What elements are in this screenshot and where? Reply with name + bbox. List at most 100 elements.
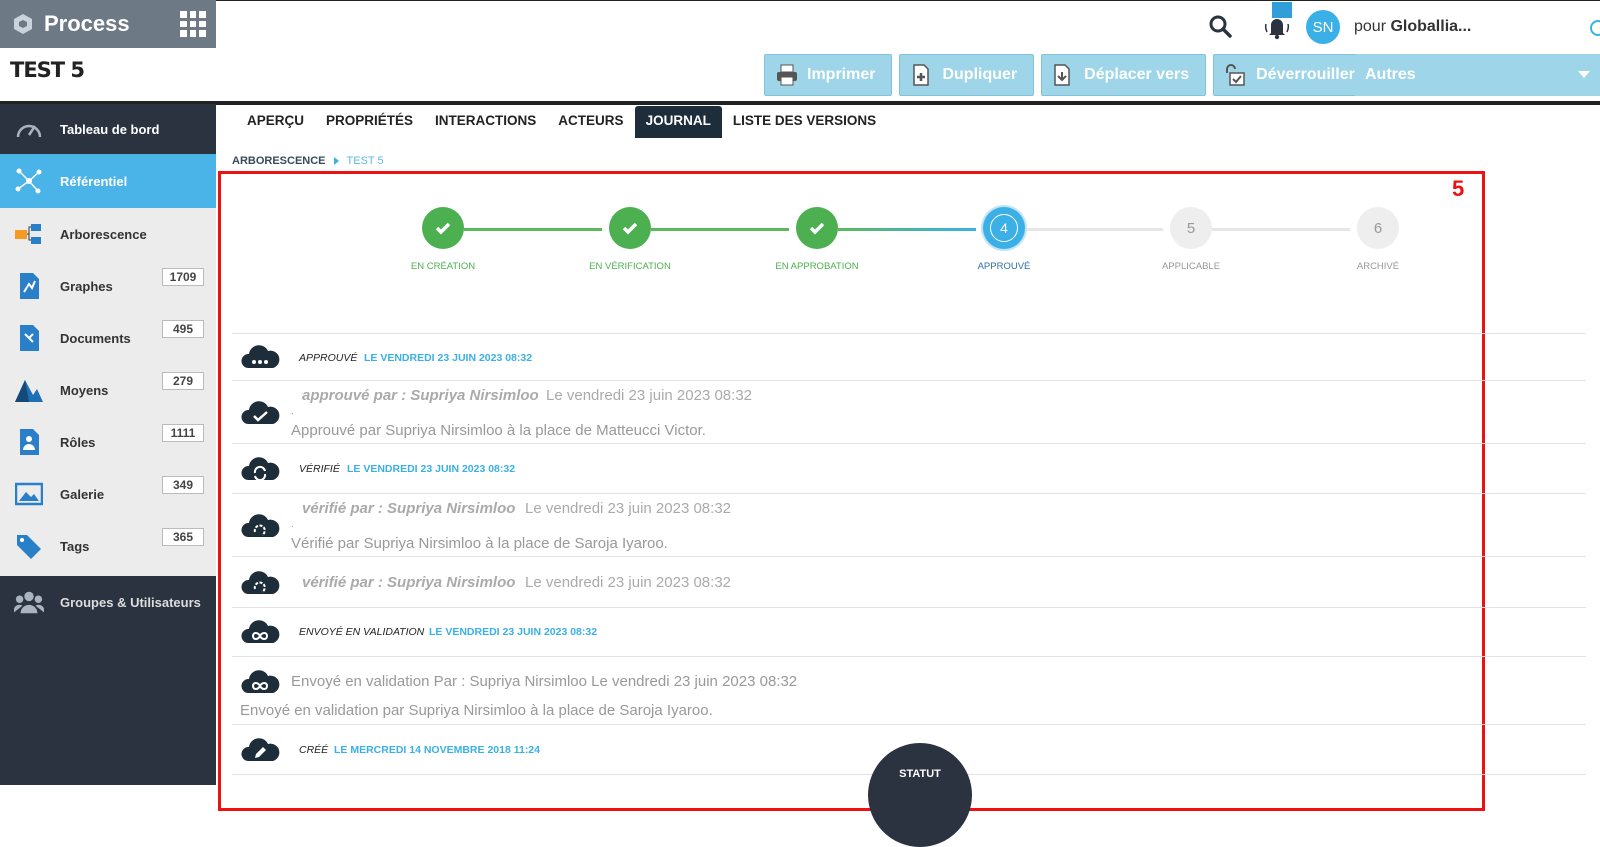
journal-entry-title: CRÉÉ	[299, 744, 329, 756]
unlock-button[interactable]: Déverrouiller	[1213, 54, 1372, 96]
journal-entry-date: LE MERCREDI 14 NOVEMBRE 2018 11:24	[334, 744, 540, 756]
sidebar-item-label: Graphes	[60, 278, 113, 294]
check-icon	[809, 222, 825, 235]
journal-event-date: Le vendredi 23 juin 2023 08:32	[525, 500, 732, 517]
sidebar-item-roles[interactable]: Rôles 1111	[0, 416, 216, 468]
journal-event-title: vérifié par : Supriya Nirsimloo	[302, 500, 516, 517]
graph-document-icon	[14, 271, 44, 301]
move-to-button[interactable]: Déplacer vers	[1041, 54, 1207, 96]
breadcrumb-root-link[interactable]: ARBORESCENCE	[232, 155, 326, 167]
count-badge: 1111	[162, 424, 204, 442]
journal-separator	[232, 724, 1586, 725]
step-en-approbation	[796, 207, 838, 249]
unlock-icon	[1226, 64, 1245, 86]
step-label: ARCHIVÉ	[1356, 261, 1400, 272]
tab-interactions[interactable]: INTERACTIONS	[424, 106, 547, 138]
journal-event-date: Le vendredi 23 juin 2023 08:32	[546, 387, 753, 404]
duplicate-button[interactable]: Dupliquer	[899, 54, 1035, 96]
journal-event-dot: .	[291, 519, 294, 530]
count-badge: 365	[162, 528, 204, 546]
tab-journal[interactable]: JOURNAL	[634, 106, 722, 138]
step-en-creation	[422, 207, 464, 249]
status-button[interactable]: STATUT	[868, 743, 972, 847]
sidebar-item-groups-users[interactable]: Groupes & Utilisateurs	[0, 576, 216, 628]
header-divider	[0, 101, 1600, 105]
user-avatar[interactable]: SN	[1306, 10, 1340, 44]
cloud-refresh-icon	[241, 571, 280, 594]
tab-liste-versions[interactable]: LISTE DES VERSIONS	[722, 106, 887, 138]
other-actions-dropdown[interactable]: Autres	[1355, 54, 1600, 96]
organization-selector[interactable]: pour Globallia...	[1354, 18, 1471, 36]
journal-separator	[232, 380, 1586, 381]
tab-proprietes[interactable]: PROPRIÉTÉS	[315, 106, 424, 138]
other-actions-label: Autres	[1365, 66, 1416, 83]
step-label: APPLICABLE	[1161, 261, 1221, 272]
step-connector	[464, 228, 602, 231]
journal-separator	[232, 333, 1586, 334]
journal-entry-title: ENVOYÉ EN VALIDATION	[299, 626, 425, 638]
journal-entry-date: LE VENDREDI 23 JUIN 2023 08:32	[364, 352, 533, 364]
step-en-verification	[609, 207, 651, 249]
sidebar-item-referentiel[interactable]: Référentiel	[0, 154, 216, 208]
journal-event-description: Approuvé par Supriya Nirsimloo à la plac…	[291, 422, 706, 439]
journal-event-description: Vérifié par Supriya Nirsimloo à la place…	[291, 535, 668, 552]
journal-event-description: Envoyé en validation par Supriya Nirsiml…	[240, 702, 713, 719]
role-icon	[14, 427, 44, 457]
network-icon	[14, 166, 44, 196]
sidebar-item-label: Rôles	[60, 434, 96, 450]
search-icon[interactable]	[1208, 14, 1234, 40]
help-icon[interactable]	[1590, 20, 1600, 36]
sidebar-item-label: Tableau de bord	[60, 121, 160, 137]
step-label: EN CRÉATION	[410, 261, 476, 272]
tag-icon	[14, 531, 44, 561]
tab-bar: APERÇU PROPRIÉTÉS INTERACTIONS ACTEURS J…	[236, 106, 887, 138]
breadcrumb: ARBORESCENCE TEST 5	[232, 155, 384, 167]
sidebar-item-tags[interactable]: Tags 365	[0, 520, 216, 572]
sidebar-item-moyens[interactable]: Moyens 279	[0, 364, 216, 416]
users-icon	[14, 587, 44, 617]
app-logo[interactable]: Process	[0, 0, 216, 48]
journal-event-date: Le vendredi 23 juin 2023 08:32	[525, 574, 732, 591]
count-badge: 349	[162, 476, 204, 494]
sidebar-item-arborescence[interactable]: Arborescence	[0, 208, 216, 260]
sidebar-item-graphes[interactable]: Graphes 1709	[0, 260, 216, 312]
mountain-icon	[14, 375, 44, 405]
apps-grid-icon[interactable]	[180, 11, 206, 37]
sidebar-item-documents[interactable]: Documents 495	[0, 312, 216, 364]
sidebar-item-label: Groupes & Utilisateurs	[60, 594, 201, 610]
tab-apercu[interactable]: APERÇU	[236, 106, 315, 138]
tree-icon	[14, 219, 44, 249]
count-badge: 1709	[162, 268, 204, 286]
print-label: Imprimer	[807, 66, 876, 83]
tab-acteurs[interactable]: ACTEURS	[547, 106, 634, 138]
cloud-sync-icon	[241, 457, 280, 482]
sidebar-item-label: Tags	[60, 538, 90, 554]
journal-entry-date: LE VENDREDI 23 JUIN 2023 08:32	[429, 626, 598, 638]
sidebar: Tableau de bord Référentiel Arborescence…	[0, 104, 216, 785]
check-icon	[435, 222, 451, 235]
check-icon	[622, 222, 638, 235]
notifications-bell-icon[interactable]	[1262, 2, 1292, 42]
journal-separator	[232, 493, 1586, 494]
action-toolbar: Imprimer Dupliquer Déplacer vers Déverro…	[764, 54, 1379, 96]
sidebar-item-galerie[interactable]: Galerie 349	[0, 468, 216, 520]
step-label: EN VÉRIFICATION	[589, 261, 671, 272]
cloud-check-icon	[241, 401, 280, 424]
journal-separator	[232, 443, 1586, 444]
step-label: APPROUVÉ	[977, 261, 1031, 272]
step-applicable: 5	[1170, 207, 1212, 249]
print-button[interactable]: Imprimer	[764, 54, 893, 96]
cloud-edit-icon	[241, 738, 280, 761]
organization-name: Globallia...	[1390, 18, 1472, 35]
step-connector	[651, 228, 789, 231]
printer-icon	[777, 64, 797, 86]
cloud-pending-icon	[241, 345, 280, 368]
cloud-refresh-icon	[241, 514, 280, 537]
top-border	[216, 0, 1600, 1]
count-badge: 279	[162, 372, 204, 390]
sidebar-item-dashboard[interactable]: Tableau de bord	[0, 104, 216, 154]
step-label: EN APPROBATION	[775, 261, 859, 272]
sidebar-item-label: Moyens	[60, 382, 109, 398]
process-logo-icon	[14, 14, 32, 34]
app-name: Process	[44, 11, 130, 36]
